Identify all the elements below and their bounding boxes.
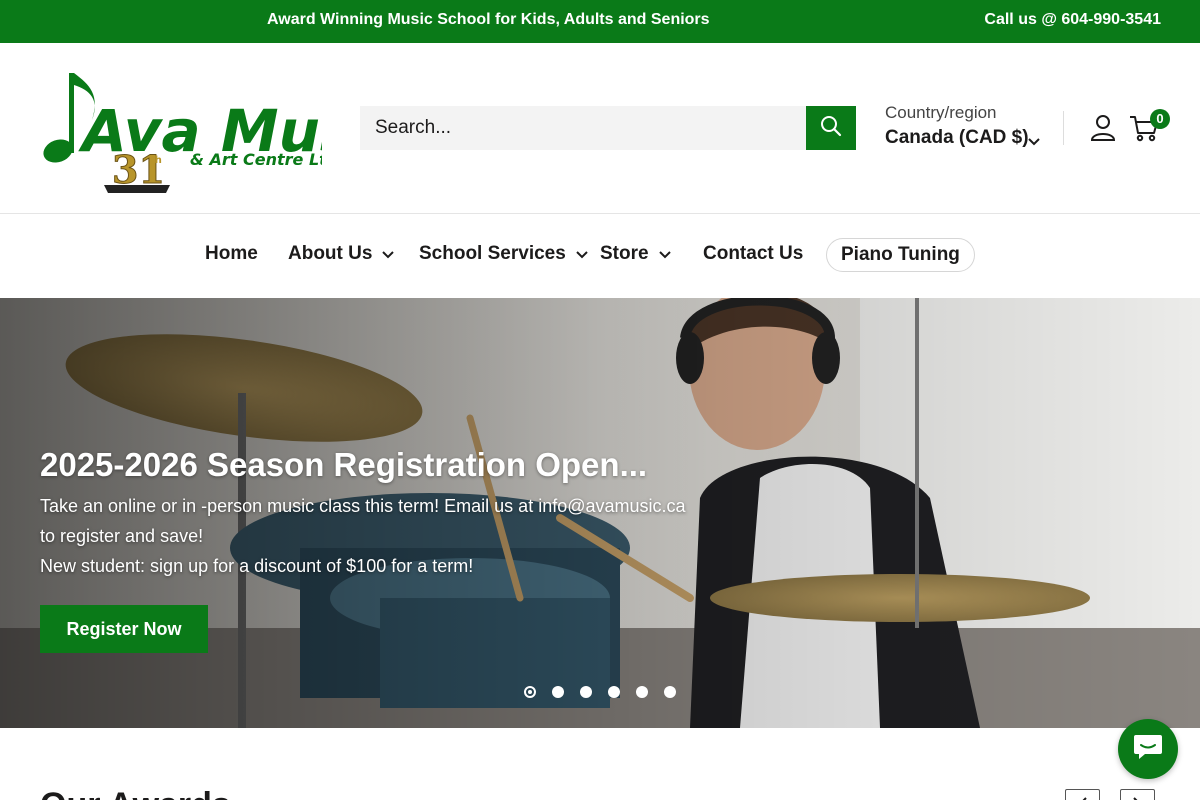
svg-text:th: th bbox=[150, 155, 162, 166]
hero-text-line: Take an online or in -person music class… bbox=[40, 496, 686, 546]
register-now-button[interactable]: Register Now bbox=[40, 605, 208, 653]
slide-dot[interactable] bbox=[524, 686, 536, 698]
hero-text: Take an online or in -person music class… bbox=[40, 491, 700, 581]
announcement-message: Award Winning Music School for Kids, Adu… bbox=[267, 11, 710, 28]
announcement-phone[interactable]: Call us @ 604-990-3541 bbox=[984, 11, 1161, 29]
logo[interactable]: Ava Music & Art Centre Ltd. 31 th bbox=[40, 65, 409, 195]
nav-item-label: Home bbox=[205, 243, 258, 264]
main-nav: Home About Us School Services Store Cont… bbox=[0, 214, 1200, 298]
arrow-left-icon[interactable] bbox=[1065, 789, 1100, 800]
region-selector[interactable]: Country/region Canada (CAD $) bbox=[885, 103, 1040, 149]
chat-button[interactable] bbox=[1118, 719, 1178, 779]
nav-item-label: Store bbox=[600, 243, 649, 265]
slide-dot[interactable] bbox=[608, 686, 620, 698]
arrow-right-icon[interactable] bbox=[1120, 789, 1155, 800]
nav-item-contact-us[interactable]: Contact Us bbox=[703, 243, 803, 265]
slide-dot[interactable] bbox=[636, 686, 648, 698]
hero-text-line: New student: sign up for a discount of $… bbox=[40, 556, 474, 576]
slide-dot[interactable] bbox=[552, 686, 564, 698]
cart-count-badge: 0 bbox=[1150, 109, 1170, 129]
region-value: Canada (CAD $) bbox=[885, 127, 1029, 148]
hero-slideshow: 2025-2026 Season Registration Open... Ta… bbox=[0, 298, 1200, 728]
account-icon[interactable] bbox=[1090, 114, 1116, 142]
search-button[interactable] bbox=[806, 106, 856, 150]
chat-icon bbox=[1133, 733, 1163, 766]
nav-item-label: About Us bbox=[288, 243, 373, 265]
chevron-down-icon bbox=[658, 243, 671, 265]
nav-item-about-us[interactable]: About Us bbox=[288, 243, 395, 265]
nav-item-home[interactable]: Home bbox=[205, 243, 258, 265]
chevron-down-icon bbox=[576, 243, 588, 265]
search-input[interactable] bbox=[360, 106, 806, 150]
region-label: Country/region bbox=[885, 103, 997, 122]
chevron-down-icon bbox=[1028, 133, 1040, 151]
search-bar bbox=[360, 106, 856, 150]
section-heading: Our Awards bbox=[40, 786, 231, 800]
announcement-bar: Award Winning Music School for Kids, Adu… bbox=[0, 0, 1200, 43]
search-icon bbox=[820, 115, 842, 142]
nav-item-store[interactable]: Store bbox=[600, 243, 671, 265]
slide-dot[interactable] bbox=[664, 686, 676, 698]
nav-item-label: School Services bbox=[419, 243, 566, 265]
header-divider bbox=[1063, 111, 1064, 145]
nav-pill-piano-tuning[interactable]: Piano Tuning bbox=[826, 238, 975, 272]
site-header: Ava Music & Art Centre Ltd. 31 th Countr… bbox=[0, 43, 1200, 214]
hero-title: 2025-2026 Season Registration Open... bbox=[40, 446, 648, 483]
slide-dot[interactable] bbox=[580, 686, 592, 698]
chevron-down-icon bbox=[382, 243, 395, 265]
nav-item-label: Contact Us bbox=[703, 243, 804, 264]
nav-item-school-services[interactable]: School Services bbox=[419, 243, 588, 265]
logo-subtitle: & Art Centre Ltd. bbox=[190, 150, 322, 169]
